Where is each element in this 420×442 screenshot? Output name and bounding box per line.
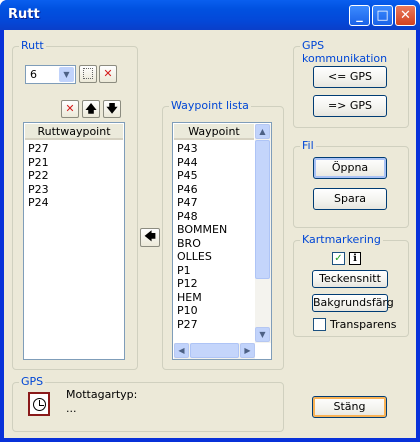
list-item[interactable]: P27 bbox=[28, 142, 49, 156]
route-select[interactable]: 6 ▼ bbox=[25, 65, 76, 84]
maximize-icon: □ bbox=[376, 8, 389, 23]
new-route-button[interactable] bbox=[79, 65, 97, 83]
route-waypoint-list-header[interactable]: Ruttwaypoint bbox=[25, 124, 123, 140]
list-item[interactable]: P1 bbox=[177, 264, 227, 278]
transparency-checkbox[interactable] bbox=[313, 318, 326, 331]
list-item[interactable]: HEM bbox=[177, 291, 227, 305]
font-button[interactable]: Teckensnitt bbox=[312, 270, 388, 288]
waypoint-group-label: Waypoint lista bbox=[169, 99, 251, 112]
to-gps-button[interactable]: => GPS bbox=[313, 95, 387, 117]
minimize-button[interactable]: _ bbox=[349, 5, 370, 26]
list-item[interactable]: BOMMEN bbox=[177, 223, 227, 237]
scroll-right-icon[interactable]: ▶ bbox=[240, 343, 255, 358]
scroll-thumb[interactable] bbox=[255, 140, 270, 279]
waypoint-items: P43 P44 P45 P46 P47 P48 BOMMEN BRO OLLES… bbox=[177, 142, 227, 331]
route-select-value: 6 bbox=[30, 68, 37, 81]
list-item[interactable]: P46 bbox=[177, 183, 227, 197]
arrow-down-icon: 🡇 bbox=[106, 102, 118, 115]
move-up-button[interactable]: 🡅 bbox=[82, 100, 100, 118]
receiver-type-value: ... bbox=[66, 402, 77, 415]
list-item[interactable]: P43 bbox=[177, 142, 227, 156]
chevron-down-icon[interactable]: ▼ bbox=[59, 67, 74, 82]
list-item[interactable]: P24 bbox=[28, 196, 49, 210]
waypoint-list-header[interactable]: Waypoint bbox=[174, 124, 254, 140]
checkmark-icon: ✓ bbox=[334, 253, 343, 264]
list-item[interactable]: BRO bbox=[177, 237, 227, 251]
delete-x-icon: ✕ bbox=[103, 67, 113, 80]
from-gps-button[interactable]: <= GPS bbox=[313, 66, 387, 88]
window-title: Rutt bbox=[8, 7, 40, 22]
info-icon[interactable]: ℹ bbox=[349, 252, 361, 265]
list-item[interactable]: P10 bbox=[177, 304, 227, 318]
route-waypoint-items: P27 P21 P22 P23 P24 bbox=[28, 142, 49, 210]
close-button[interactable]: Stäng bbox=[312, 396, 387, 418]
delete-route-button[interactable]: ✕ bbox=[99, 65, 117, 83]
gps-group-label: GPS bbox=[19, 375, 46, 388]
transparency-label: Transparens bbox=[330, 318, 397, 331]
maximize-button[interactable]: □ bbox=[372, 5, 393, 26]
move-down-button[interactable]: 🡇 bbox=[103, 100, 121, 118]
gps-group: GPS bbox=[12, 375, 284, 432]
background-color-button[interactable]: Bakgrundsfärg bbox=[312, 294, 394, 312]
kart-group-label: Kartmarkering bbox=[300, 233, 383, 246]
scroll-thumb[interactable] bbox=[190, 343, 239, 358]
delete-x-icon: ✕ bbox=[65, 102, 75, 115]
list-item[interactable]: P21 bbox=[28, 156, 49, 170]
close-window-button[interactable]: ✕ bbox=[395, 5, 416, 26]
receiver-type-label: Mottagartyp: bbox=[66, 388, 138, 401]
list-item[interactable]: P27 bbox=[177, 318, 227, 332]
scroll-up-icon[interactable]: ▲ bbox=[255, 124, 270, 139]
list-item[interactable]: P44 bbox=[177, 156, 227, 170]
fil-group-label: Fil bbox=[300, 139, 316, 152]
arrow-left-icon: 🡄 bbox=[144, 230, 156, 243]
add-to-route-button[interactable]: 🡄 bbox=[140, 228, 160, 247]
show-marking-checkbox[interactable]: ✓ bbox=[332, 252, 345, 265]
close-icon: ✕ bbox=[400, 8, 411, 23]
clock-icon bbox=[28, 392, 50, 416]
vertical-scrollbar[interactable]: ▲ ▼ bbox=[255, 124, 271, 343]
remove-waypoint-button[interactable]: ✕ bbox=[61, 100, 79, 118]
new-document-icon bbox=[83, 68, 93, 79]
list-item[interactable]: P22 bbox=[28, 169, 49, 183]
route-waypoint-list[interactable]: Ruttwaypoint P27 P21 P22 P23 P24 bbox=[23, 122, 125, 360]
scroll-left-icon[interactable]: ◀ bbox=[174, 343, 189, 358]
list-item[interactable]: P12 bbox=[177, 277, 227, 291]
gps-comm-group-label: GPS kommunikation bbox=[300, 39, 408, 65]
window: Rutt _ □ ✕ Rutt 6 ▼ ✕ ✕ 🡅 🡇 Ruttwaypoint… bbox=[0, 0, 420, 442]
list-item[interactable]: P45 bbox=[177, 169, 227, 183]
horizontal-scrollbar[interactable]: ◀ ▶ bbox=[174, 343, 255, 359]
rutt-group-label: Rutt bbox=[19, 39, 46, 52]
list-item[interactable]: OLLES bbox=[177, 250, 227, 264]
list-item[interactable]: P47 bbox=[177, 196, 227, 210]
scroll-down-icon[interactable]: ▼ bbox=[255, 327, 270, 342]
dialog-body: Rutt 6 ▼ ✕ ✕ 🡅 🡇 Ruttwaypoint P27 P21 P2… bbox=[4, 30, 416, 438]
list-item[interactable]: P48 bbox=[177, 210, 227, 224]
waypoint-list[interactable]: Waypoint P43 P44 P45 P46 P47 P48 BOMMEN … bbox=[172, 122, 272, 360]
title-bar[interactable]: Rutt _ □ ✕ bbox=[0, 0, 420, 30]
arrow-up-icon: 🡅 bbox=[85, 102, 97, 115]
open-button[interactable]: Öppna bbox=[313, 157, 387, 179]
list-item[interactable]: P23 bbox=[28, 183, 49, 197]
save-button[interactable]: Spara bbox=[313, 188, 387, 210]
minimize-icon: _ bbox=[356, 8, 363, 23]
